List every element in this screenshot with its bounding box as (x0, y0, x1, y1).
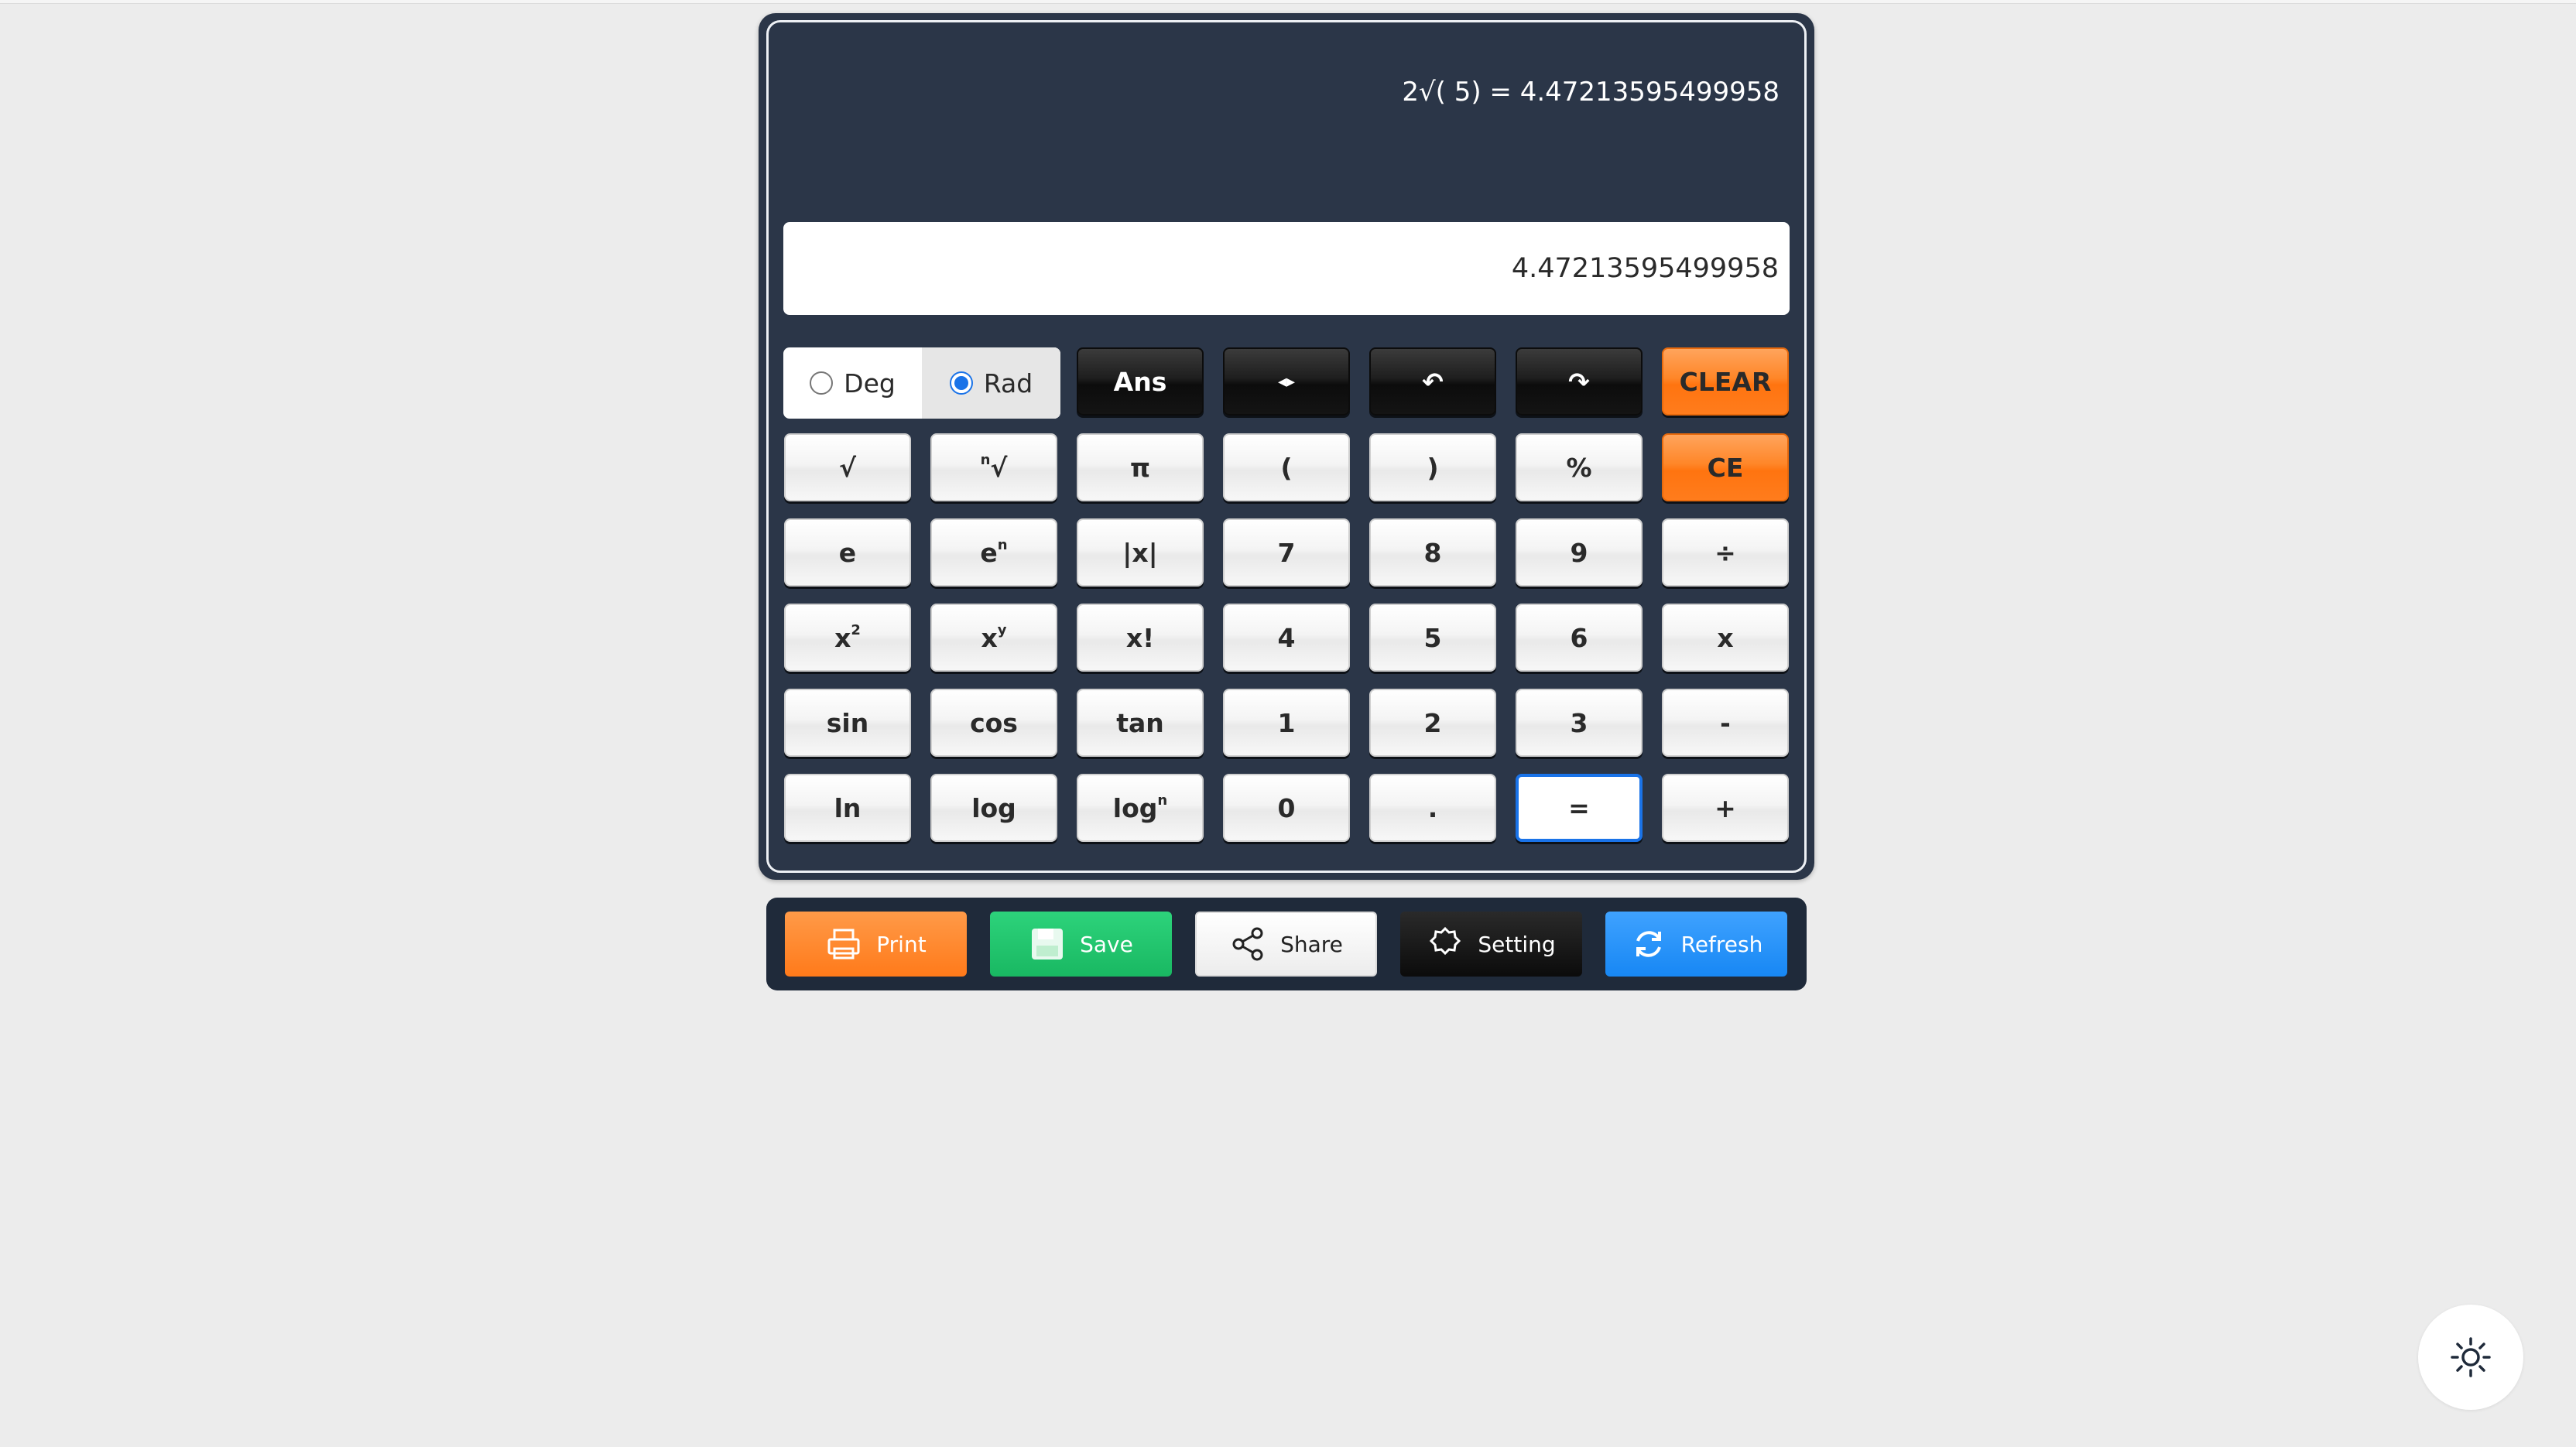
rad-label: Rad (983, 368, 1033, 399)
theme-toggle-button[interactable] (2418, 1305, 2523, 1410)
log-n-button[interactable]: log n (1077, 774, 1204, 842)
cursor-move-button[interactable]: ◂▸ (1223, 347, 1350, 416)
power-button[interactable]: xy (930, 604, 1057, 672)
digit-0-button[interactable]: 0 (1223, 774, 1350, 842)
ce-button[interactable]: CE (1662, 433, 1789, 501)
setting-label: Setting (1478, 931, 1556, 957)
ans-button[interactable]: Ans (1077, 347, 1204, 416)
sin-button[interactable]: sin (784, 689, 911, 757)
rad-radio[interactable] (949, 371, 973, 395)
e-power-button[interactable]: en (930, 518, 1057, 587)
digit-3-button[interactable]: 3 (1516, 689, 1643, 757)
e-button[interactable]: e (784, 518, 911, 587)
e-power-base: e (980, 537, 998, 568)
result-display: 4.47213595499958 (783, 222, 1790, 315)
nth-root-symbol: √ (990, 452, 1008, 483)
equals-button[interactable]: = (1516, 774, 1643, 842)
digit-6-button[interactable]: 6 (1516, 604, 1643, 672)
undo-button[interactable]: ↶ (1369, 347, 1496, 416)
power-exp: y (997, 621, 1007, 638)
refresh-label: Refresh (1680, 931, 1763, 957)
ln-button[interactable]: ln (784, 774, 911, 842)
pi-button[interactable]: π (1077, 433, 1204, 501)
close-paren-button[interactable]: ) (1369, 433, 1496, 501)
nth-root-index: n (980, 451, 991, 468)
share-icon (1232, 927, 1263, 961)
share-label: Share (1280, 931, 1343, 957)
multiply-button[interactable]: x (1662, 604, 1789, 672)
action-toolbar: Print Save Share Setting Refresh (766, 898, 1807, 990)
digit-8-button[interactable]: 8 (1369, 518, 1496, 587)
printer-icon (827, 929, 860, 960)
print-label: Print (876, 931, 927, 957)
divide-button[interactable]: ÷ (1662, 518, 1789, 587)
tan-button[interactable]: tan (1077, 689, 1204, 757)
percent-button[interactable]: % (1516, 433, 1643, 501)
log-n-base: log (1112, 792, 1158, 823)
print-button[interactable]: Print (785, 912, 967, 977)
refresh-icon (1636, 931, 1661, 957)
square-exp: 2 (851, 621, 861, 638)
digit-2-button[interactable]: 2 (1369, 689, 1496, 757)
floppy-disk-icon (1032, 929, 1064, 960)
digit-4-button[interactable]: 4 (1223, 604, 1350, 672)
sun-icon (2451, 1337, 2491, 1377)
angle-mode-toggle: Deg Rad (783, 347, 1060, 419)
deg-radio[interactable] (810, 371, 834, 395)
e-power-exp: n (997, 536, 1008, 553)
page-top-border (0, 0, 2576, 4)
abs-button[interactable]: |x| (1077, 518, 1204, 587)
power-base: x (981, 622, 998, 653)
minus-button[interactable]: - (1662, 689, 1789, 757)
digit-9-button[interactable]: 9 (1516, 518, 1643, 587)
deg-option[interactable]: Deg (783, 347, 922, 419)
cos-button[interactable]: cos (930, 689, 1057, 757)
refresh-button[interactable]: Refresh (1605, 912, 1787, 977)
display-value: 4.47213595499958 (1511, 253, 1779, 284)
digit-1-button[interactable]: 1 (1223, 689, 1350, 757)
digit-7-button[interactable]: 7 (1223, 518, 1350, 587)
digit-5-button[interactable]: 5 (1369, 604, 1496, 672)
open-paren-button[interactable]: ( (1223, 433, 1350, 501)
log-button[interactable]: log (930, 774, 1057, 842)
plus-button[interactable]: + (1662, 774, 1789, 842)
nth-root-button[interactable]: n √ (930, 433, 1057, 501)
clear-button[interactable]: CLEAR (1662, 347, 1789, 416)
save-label: Save (1080, 931, 1133, 957)
gear-icon (1430, 926, 1461, 956)
log-n-exp: n (1157, 792, 1168, 809)
square-button[interactable]: x2 (784, 604, 911, 672)
square-base: x (834, 622, 851, 653)
redo-button[interactable]: ↷ (1516, 347, 1643, 416)
deg-label: Deg (844, 368, 896, 399)
decimal-button[interactable]: . (1369, 774, 1496, 842)
share-button[interactable]: Share (1195, 912, 1377, 977)
sqrt-button[interactable]: √ (784, 433, 911, 501)
rad-option[interactable]: Rad (922, 347, 1060, 419)
calculator: 2√( 5) = 4.47213595499958 4.472135954999… (759, 13, 1814, 880)
factorial-button[interactable]: x! (1077, 604, 1204, 672)
history-expression: 2√( 5) = 4.47213595499958 (1402, 77, 1780, 108)
setting-button[interactable]: Setting (1400, 912, 1582, 977)
save-button[interactable]: Save (990, 912, 1172, 977)
